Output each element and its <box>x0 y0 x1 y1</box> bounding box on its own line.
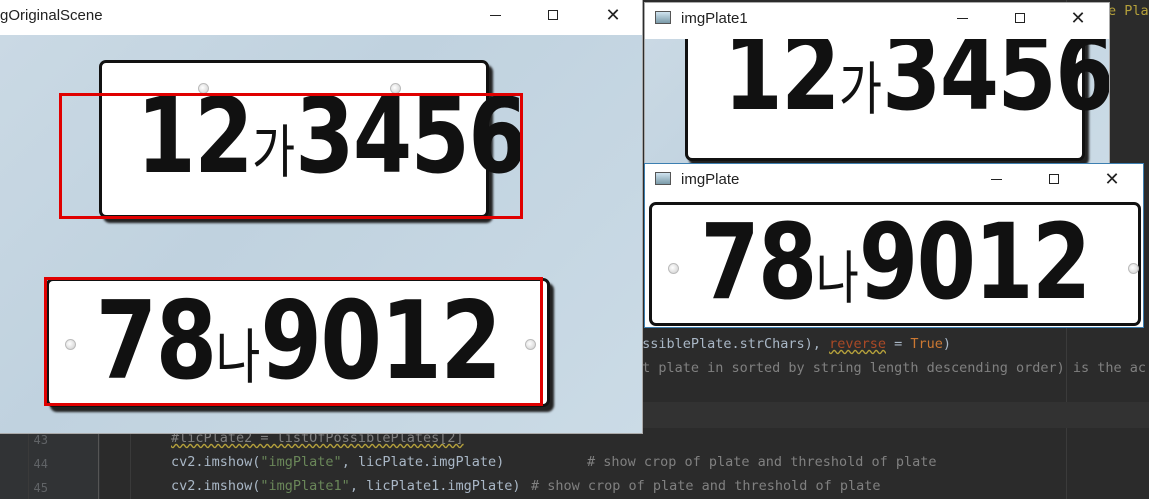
plate-crop-image: 78나9012 <box>645 202 1143 327</box>
maximize-button[interactable] <box>530 0 576 30</box>
img-plate1-window[interactable]: imgPlate1 ✕ 12가3456 <box>644 2 1110 167</box>
code-op: = <box>885 336 911 352</box>
close-icon: ✕ <box>1070 7 1086 29</box>
plate-rivet <box>1128 263 1139 274</box>
code-string: "imgPlate" <box>260 454 342 470</box>
plate-digits: 12 <box>723 39 840 134</box>
code-text: , licPlate1.imgPlate) <box>349 478 521 494</box>
plate-hangul: 나 <box>815 246 859 312</box>
code-comment: # show crop of plate and threshold of pl… <box>531 478 881 494</box>
code-text: , licPlate.imgPlate) <box>341 454 505 470</box>
license-plate: 78나9012 <box>649 202 1141 326</box>
code-line-44: cv2.imshow("imgPlate", licPlate.imgPlate… <box>171 454 937 470</box>
img-plate-window[interactable]: imgPlate ✕ 78나9012 <box>644 163 1144 328</box>
maximize-button[interactable] <box>1031 164 1077 194</box>
close-icon: ✕ <box>1104 168 1120 190</box>
line-number: 44 <box>33 457 48 471</box>
close-button[interactable]: ✕ <box>590 0 636 30</box>
maximize-icon <box>1015 13 1025 23</box>
window-titlebar[interactable]: imgPlate1 ✕ <box>645 3 1109 33</box>
plate-rivet <box>668 263 679 274</box>
code-text: ossiblePlate.strChars), <box>634 336 830 352</box>
code-line-45: cv2.imshow("imgPlate1", licPlate1.imgPla… <box>171 478 881 494</box>
window-title: imgPlate1 <box>681 10 748 27</box>
minimize-button[interactable] <box>939 3 985 33</box>
window-app-icon <box>655 172 671 185</box>
plate-number: 78나9012 <box>696 202 1095 323</box>
close-button[interactable]: ✕ <box>1089 164 1135 194</box>
code-close: ) <box>942 336 952 352</box>
minimize-icon <box>990 178 1002 180</box>
plate-digits: 9012 <box>858 202 1091 323</box>
license-plate: 12가3456 <box>685 39 1109 161</box>
code-string: "imgPlate1" <box>260 478 350 494</box>
window-title: gOriginalScene <box>0 7 103 24</box>
code-text: cv2.imshow( <box>171 478 261 494</box>
code-keyword: True <box>910 336 943 352</box>
minimize-button[interactable] <box>973 164 1019 194</box>
detection-box <box>44 277 543 406</box>
plate-number: 12가3456 <box>723 39 1109 134</box>
scene-image: 12가3456 78나9012 <box>0 35 642 433</box>
original-scene-window[interactable]: gOriginalScene ✕ 12가3456 78나9012 <box>0 0 643 434</box>
minimize-icon <box>956 17 968 19</box>
maximize-icon <box>548 10 558 20</box>
code-param: reverse <box>829 336 886 352</box>
code-line-partial-a: ossiblePlate.strChars), reverse = True) <box>634 336 951 352</box>
window-titlebar[interactable]: imgPlate ✕ <box>645 164 1143 194</box>
plate-digits: 78 <box>700 202 817 323</box>
maximize-button[interactable] <box>997 3 1043 33</box>
minimize-button[interactable] <box>472 0 518 30</box>
window-title: imgPlate <box>681 171 740 188</box>
plate1-crop-image: 12가3456 <box>645 39 1109 166</box>
line-number: 43 <box>33 433 48 447</box>
top-right-code-fragment: e Pla <box>1108 3 1149 19</box>
plate-hangul: 가 <box>838 57 883 123</box>
detection-box <box>59 93 523 219</box>
close-button[interactable]: ✕ <box>1055 3 1101 33</box>
maximize-icon <box>1049 174 1059 184</box>
plate-digits: 3456 <box>882 39 1110 134</box>
code-line-partial-b: st plate in sorted by string length desc… <box>634 360 1147 376</box>
minimize-icon <box>489 14 501 16</box>
code-comment: # show crop of plate and threshold of pl… <box>587 454 937 470</box>
close-icon: ✕ <box>605 4 621 26</box>
window-titlebar[interactable]: gOriginalScene ✕ <box>0 0 642 30</box>
code-text: cv2.imshow( <box>171 454 261 470</box>
window-app-icon <box>655 11 671 24</box>
line-number: 45 <box>33 481 48 495</box>
